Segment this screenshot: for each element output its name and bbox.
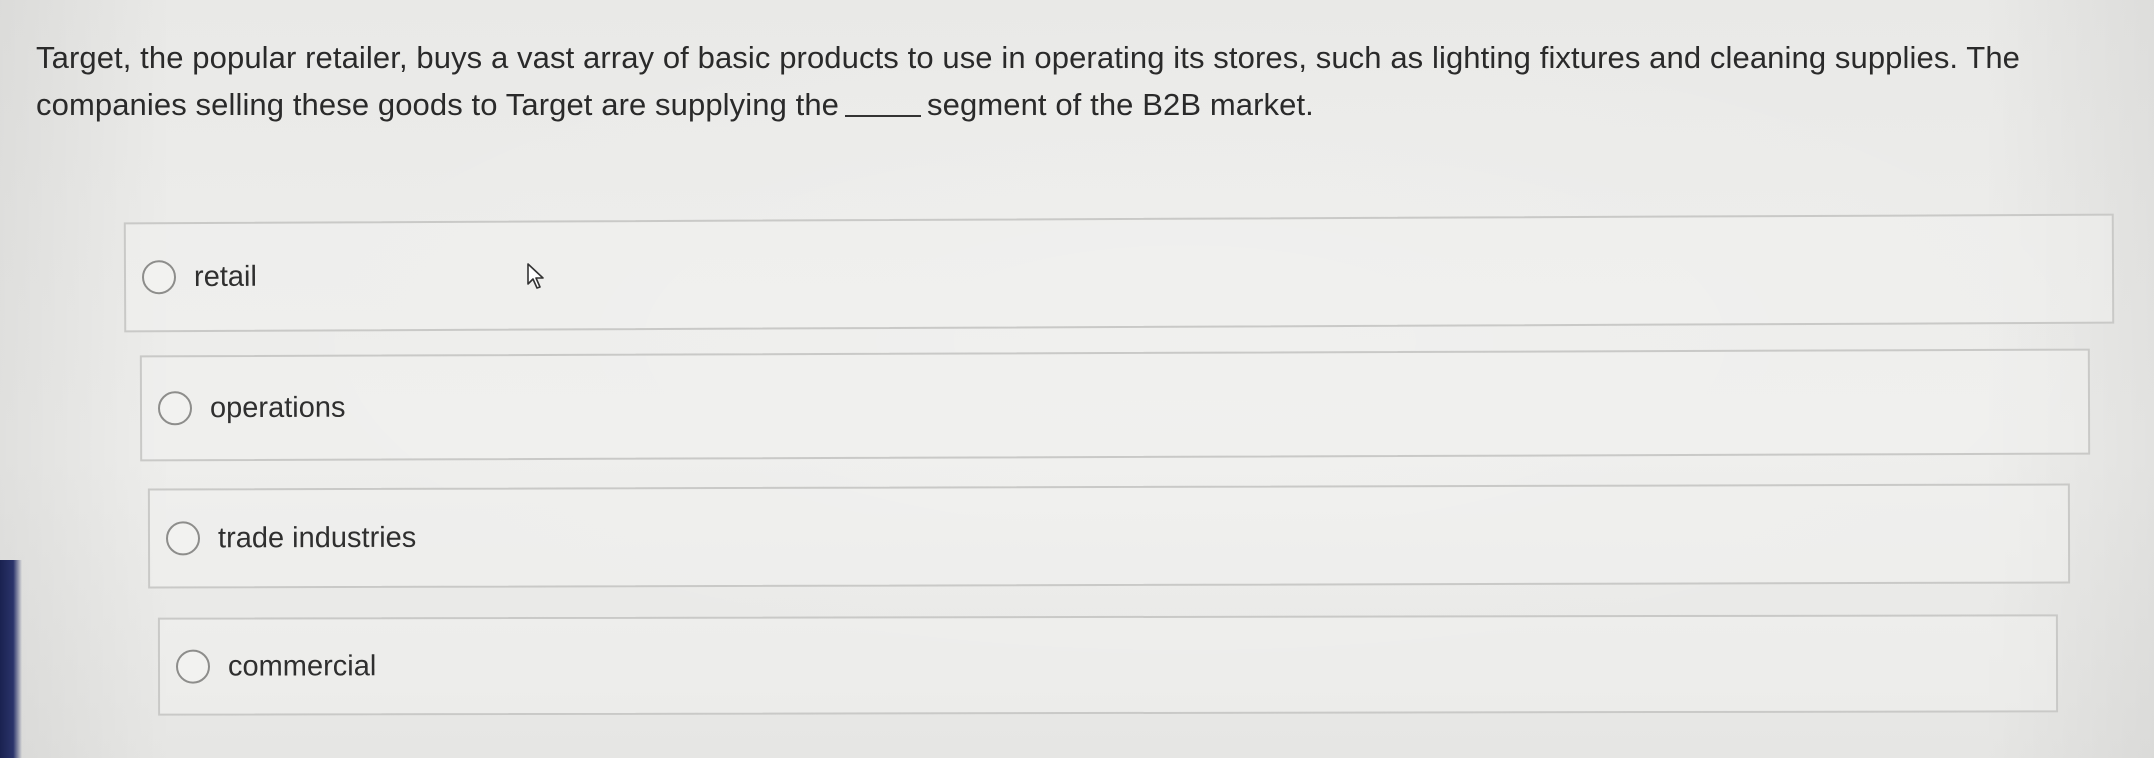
option-label: retail	[193, 260, 257, 293]
radio-icon[interactable]	[157, 391, 193, 426]
answer-options: retail operations trade industries comme…	[0, 0, 2154, 758]
option-commercial[interactable]: commercial	[157, 614, 2059, 716]
option-trade-industries[interactable]: trade industries	[147, 483, 2071, 589]
option-operations[interactable]: operations	[139, 348, 2091, 462]
radio-icon[interactable]	[175, 649, 211, 684]
option-retail[interactable]: retail	[123, 213, 2115, 333]
option-label: commercial	[227, 649, 377, 683]
option-label: operations	[209, 391, 346, 424]
mouse-pointer-icon	[527, 263, 544, 289]
radio-icon[interactable]	[165, 521, 201, 556]
radio-icon[interactable]	[141, 260, 177, 295]
option-label: trade industries	[217, 521, 417, 554]
